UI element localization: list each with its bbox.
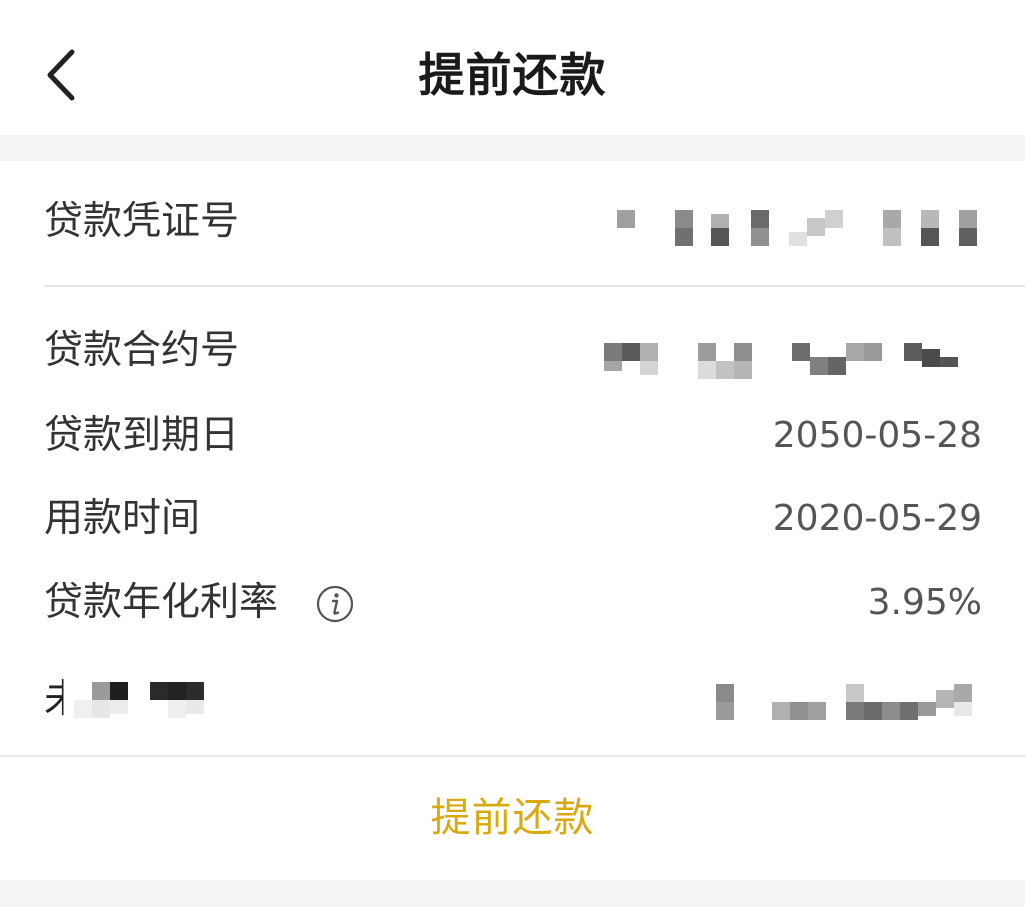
section-separator	[0, 135, 1025, 161]
due-date-value: 2050-05-28	[772, 415, 982, 456]
top-nav-bar: 提前还款	[0, 0, 1025, 135]
due-date-row: 贷款到期日 2050-05-28	[44, 406, 982, 466]
voucher-number-row: 贷款凭证号	[44, 192, 982, 252]
bottom-separator	[0, 880, 1025, 907]
contract-number-label: 贷款合约号	[44, 328, 240, 373]
use-time-row: 用款时间 2020-05-29	[44, 489, 982, 549]
redacted-row-label-mosaic	[74, 682, 204, 718]
loan-details-card: 贷款凭证号 贷款合约号 贷款到期日 2050-05-28 用款时间 2020-0…	[0, 161, 1025, 755]
prepayment-page: 提前还款 贷款凭证号 贷款合约号 贷款到期日 2050-05-28 用款时间 2…	[0, 0, 1025, 907]
annual-rate-value: 3.95%	[867, 582, 982, 623]
contract-number-redacted	[604, 343, 958, 379]
prepay-button[interactable]: 提前还款	[0, 757, 1025, 880]
use-time-label: 用款时间	[44, 496, 201, 541]
contract-number-row: 贷款合约号	[44, 321, 982, 381]
redacted-row-value-mosaic	[716, 684, 972, 720]
due-date-label: 贷款到期日	[44, 413, 240, 458]
annual-rate-row: 贷款年化利率 3.95%	[44, 573, 982, 633]
annual-rate-label: 贷款年化利率	[44, 580, 279, 625]
use-time-value: 2020-05-29	[772, 498, 982, 539]
voucher-number-redacted	[617, 210, 977, 246]
redacted-row: 未	[44, 670, 982, 730]
voucher-number-label: 贷款凭证号	[44, 199, 240, 244]
info-icon[interactable]	[316, 585, 354, 623]
page-title: 提前还款	[418, 48, 607, 102]
row-divider	[44, 285, 1025, 287]
